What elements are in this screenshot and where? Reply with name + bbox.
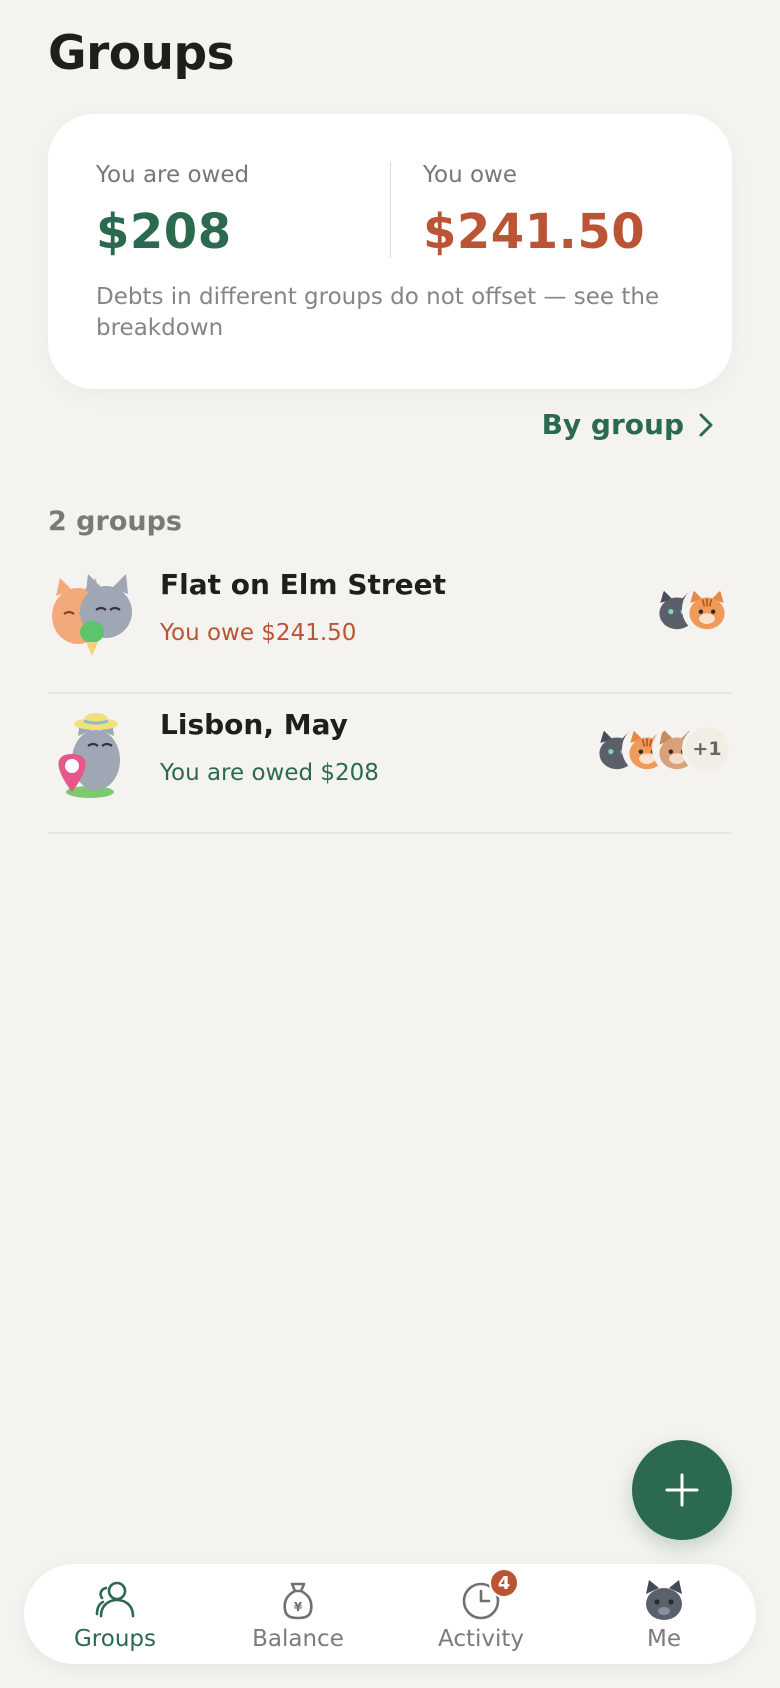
activity-badge: 4 [489, 1568, 519, 1598]
orange-tabby-cat-icon [685, 587, 729, 631]
groups-count: 2 groups [48, 506, 182, 537]
owed-summary: You are owed $208 [96, 162, 249, 260]
page-title: Groups [48, 26, 235, 81]
svg-text:¥: ¥ [294, 1600, 303, 1614]
group-name: Lisbon, May [160, 708, 348, 741]
summary-divider [390, 162, 391, 258]
member-avatars [652, 584, 732, 634]
money-bag-icon: ¥ [283, 1582, 313, 1620]
group-sticker-icon [52, 574, 132, 656]
summary-note: Debts in different groups do not offset … [96, 284, 660, 341]
add-button[interactable] [632, 1440, 732, 1540]
owe-summary: You owe $241.50 [423, 162, 645, 260]
cat-avatar-icon [646, 1580, 682, 1620]
bottom-nav: Groups ¥ Balance 4 Activity Me [24, 1564, 756, 1664]
avatar [682, 584, 732, 634]
by-group-label: By group [541, 408, 684, 441]
group-row-flat-on-elm-street[interactable]: Flat on Elm Street You owe $241.50 [48, 554, 732, 694]
owe-amount: $241.50 [423, 204, 646, 260]
group-balance-status: You owe $241.50 [160, 620, 357, 646]
nav-label: Me [647, 1626, 681, 1652]
people-icon [95, 1581, 135, 1618]
nav-label: Groups [73, 1626, 156, 1652]
groups-screen: Groups You are owed $208 You owe $241.50… [0, 0, 780, 1688]
group-list: Flat on Elm Street You owe $241.50 Lisbo… [48, 554, 732, 834]
nav-item-groups[interactable]: Groups [40, 1578, 190, 1658]
plus-icon [665, 1473, 699, 1507]
nav-label: Activity [437, 1626, 524, 1652]
nav-label: Balance [252, 1626, 344, 1652]
nav-item-balance[interactable]: ¥ Balance [223, 1578, 373, 1658]
nav-item-activity[interactable]: 4 Activity [406, 1568, 556, 1658]
more-members-count: +1 [682, 724, 732, 774]
member-avatars: +1 [592, 724, 732, 774]
owed-amount: $208 [96, 204, 232, 260]
owe-label: You owe [423, 162, 517, 188]
chevron-right-icon [699, 413, 713, 436]
by-group-link[interactable]: By group [542, 408, 714, 441]
group-sticker-icon [58, 713, 120, 798]
nav-item-me[interactable]: Me [589, 1578, 739, 1658]
group-name: Flat on Elm Street [160, 568, 447, 601]
group-row-lisbon-may[interactable]: Lisbon, May You are owed $208 +1 [48, 694, 732, 834]
group-balance-status: You are owed $208 [160, 760, 379, 786]
owed-label: You are owed [96, 162, 250, 188]
balance-summary-card: You are owed $208 You owe $241.50 Debts … [48, 114, 732, 389]
